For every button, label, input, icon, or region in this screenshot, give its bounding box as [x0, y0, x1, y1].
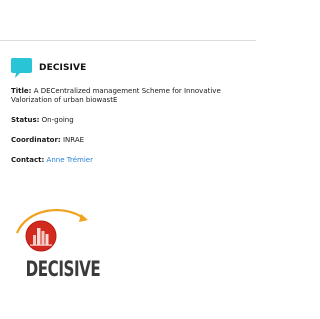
contact-label: Contact: — [11, 156, 45, 164]
title-label: Title: — [11, 87, 32, 95]
coordinator-field: Coordinator: INRAE — [11, 136, 251, 145]
title-field: Title: A DECentralized management Scheme… — [11, 87, 251, 105]
project-name: DECISIVE — [39, 63, 87, 73]
logo-emblem-icon — [15, 209, 88, 252]
top-divider — [0, 40, 256, 41]
speech-bubble-icon — [11, 58, 32, 78]
status-label: Status: — [11, 116, 40, 124]
decisive-logo: DECISIVE — [15, 205, 115, 287]
contact-field: Contact: Anne Trémier — [11, 156, 251, 165]
title-value: A DECentralized management Scheme for In… — [11, 87, 221, 104]
logo-wordmark: DECISIVE — [25, 257, 101, 281]
project-card: DECISIVE Title: A DECentralized manageme… — [11, 58, 251, 165]
status-value: On-going — [41, 116, 74, 124]
status-field: Status: On-going — [11, 116, 251, 125]
coordinator-label: Coordinator: — [11, 136, 61, 144]
coordinator-value: INRAE — [62, 136, 85, 144]
card-header: DECISIVE — [11, 58, 251, 78]
contact-link[interactable]: Anne Trémier — [47, 156, 93, 164]
